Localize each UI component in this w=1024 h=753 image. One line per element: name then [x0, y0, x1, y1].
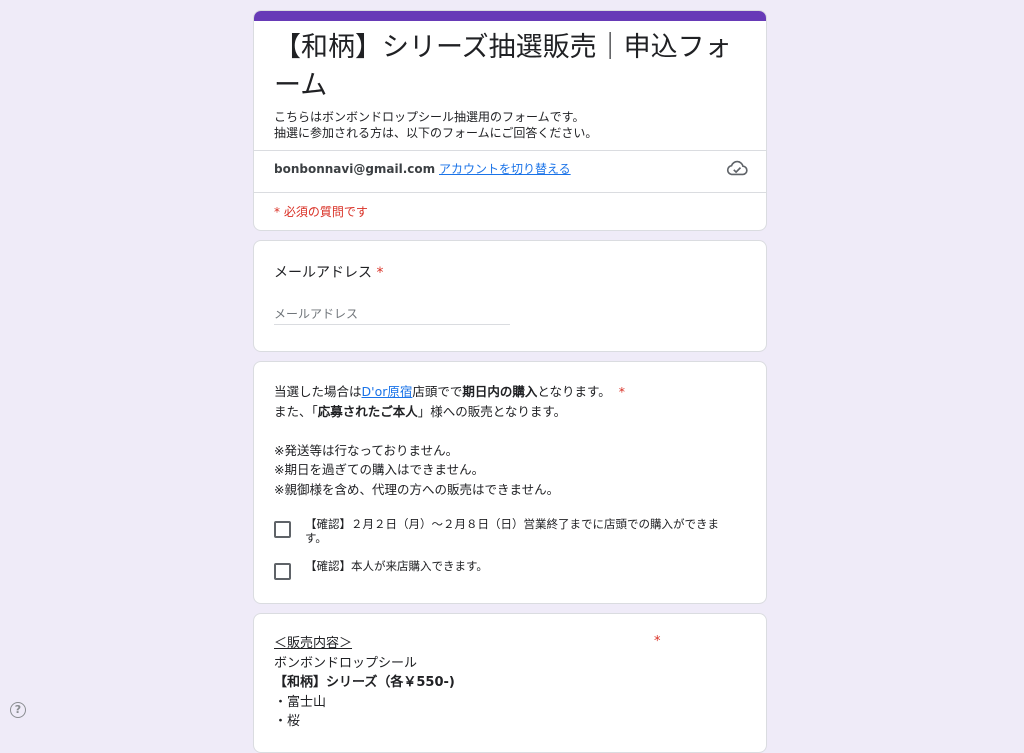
- text-segment: また、「: [274, 403, 318, 419]
- note-line: ※発送等は行なっておりません。: [274, 442, 459, 458]
- confirmation-question-card: 当選した場合はD'or原宿店頭でで期日内の購入となります。 * また、「応募され…: [253, 361, 767, 604]
- description-line: 抽選に参加される方は、以下のフォームにご回答ください。: [274, 126, 598, 140]
- store-link[interactable]: D'or原宿: [362, 384, 413, 399]
- confirmation-question-text: 当選した場合はD'or原宿店頭でで期日内の購入となります。 * また、「応募され…: [274, 382, 744, 499]
- note-line: ※親御様を含め、代理の方への販売はできません。: [274, 481, 560, 497]
- divider: [254, 150, 766, 151]
- switch-account-link[interactable]: アカウントを切り替える: [439, 162, 571, 176]
- accent-bar: [254, 11, 766, 21]
- required-asterisk: *: [376, 265, 384, 281]
- required-note: * 必須の質問です: [274, 205, 368, 219]
- account-row: bonbonnavi@gmail.com アカウントを切り替える: [274, 160, 571, 177]
- checkbox-label: 【確認】本人が来店購入できます。: [305, 559, 488, 573]
- sale-details-card: ＜販売内容＞ ボンボンドロップシール 【和柄】シリーズ（各￥550-) ・富士山…: [253, 613, 767, 753]
- sale-details-text: ＜販売内容＞ ボンボンドロップシール 【和柄】シリーズ（各￥550-) ・富士山…: [274, 634, 455, 732]
- cloud-saved-icon: [726, 160, 748, 176]
- email-input[interactable]: [274, 304, 510, 325]
- divider: [254, 192, 766, 193]
- text-segment: 店頭でで: [412, 384, 463, 399]
- text-segment: 」様への販売となります。: [417, 403, 567, 419]
- question-line: また、「応募されたご本人」様への販売となります。: [274, 402, 744, 422]
- email-question-label: メールアドレス *: [274, 262, 383, 282]
- text-segment-bold: 期日内の購入: [462, 384, 538, 399]
- question-line: 当選した場合はD'or原宿店頭でで期日内の購入となります。 *: [274, 382, 744, 402]
- required-asterisk: *: [618, 384, 625, 399]
- product-name: ボンボンドロップシール: [274, 655, 418, 671]
- help-icon[interactable]: ?: [10, 702, 26, 718]
- note-line: ※期日を過ぎての購入はできません。: [274, 462, 485, 477]
- checkbox-label: 【確認】２月２日（月）～２月８日（日）営業終了までに店頭での購入ができます。: [305, 517, 719, 545]
- checkbox[interactable]: [274, 563, 291, 580]
- sale-item: ・富士山: [274, 694, 327, 710]
- checkbox[interactable]: [274, 521, 291, 538]
- email-question-card: メールアドレス *: [253, 240, 767, 352]
- series-name: 【和柄】シリーズ（各￥550-): [274, 675, 455, 690]
- checkbox-option-period[interactable]: 【確認】２月２日（月）～２月８日（日）営業終了までに店頭での購入ができます。: [274, 517, 744, 545]
- form-title: 【和柄】シリーズ抽選販売｜申込フォーム: [274, 32, 732, 101]
- text-segment: となります。: [537, 384, 611, 399]
- text-segment-bold: 応募されたご本人: [317, 403, 418, 419]
- question-text: メールアドレス: [274, 265, 372, 281]
- description-line: こちらはボンボンドロップシール抽選用のフォームです。: [274, 110, 585, 124]
- sale-item: ・桜: [274, 714, 301, 729]
- sale-heading: ＜販売内容＞: [274, 636, 353, 651]
- checkbox-option-in-person[interactable]: 【確認】本人が来店購入できます。: [274, 559, 744, 580]
- form-header-card: 【和柄】シリーズ抽選販売｜申込フォーム こちらはボンボンドロップシール抽選用のフ…: [253, 10, 767, 231]
- required-asterisk: *: [654, 634, 661, 649]
- text-segment: 当選した場合は: [274, 384, 362, 399]
- form-description: こちらはボンボンドロップシール抽選用のフォームです。 抽選に参加される方は、以下…: [274, 109, 748, 141]
- account-email: bonbonnavi@gmail.com: [274, 162, 436, 176]
